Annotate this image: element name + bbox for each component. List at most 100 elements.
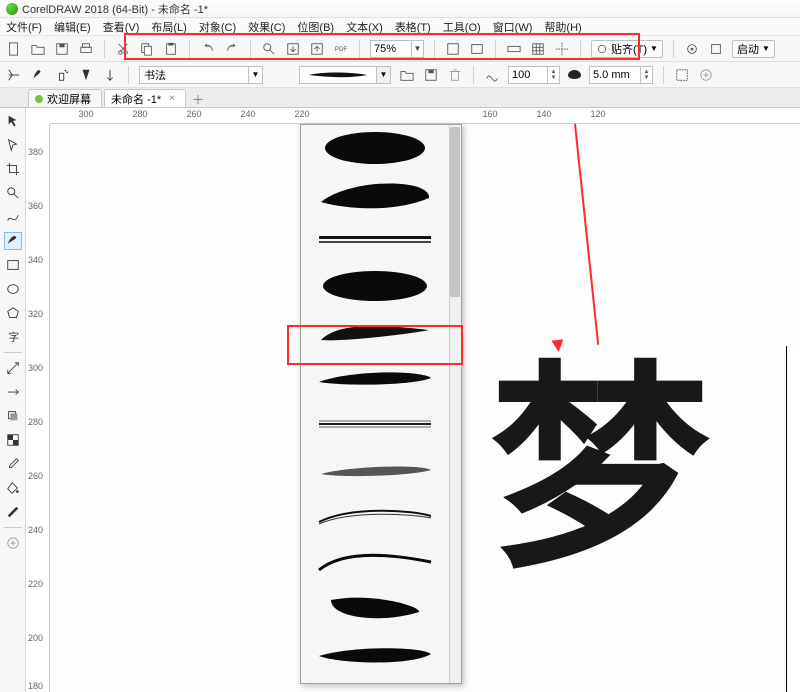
grid-icon[interactable] [530, 41, 546, 57]
delete-icon[interactable] [447, 67, 463, 83]
crop-tool-icon[interactable] [4, 160, 22, 178]
menu-table[interactable]: 表格(T) [395, 19, 431, 35]
menu-bitmap[interactable]: 位图(B) [297, 19, 334, 35]
ruler-icon[interactable] [506, 41, 522, 57]
ruler-vertical[interactable]: 380 360 340 320 300 280 260 240 220 200 … [26, 124, 50, 692]
new-tab-button[interactable]: ＋ [190, 91, 206, 107]
brush-item[interactable] [301, 217, 449, 263]
expand-toolbox-icon[interactable] [4, 534, 22, 552]
tab-welcome[interactable]: 欢迎屏幕 [28, 89, 102, 107]
browse-icon[interactable] [399, 67, 415, 83]
brush-item[interactable] [301, 631, 449, 677]
preset-category-combo[interactable]: ▼ [139, 66, 263, 84]
cut-icon[interactable] [115, 41, 131, 57]
chevron-down-icon[interactable]: ▼ [248, 67, 262, 83]
preview-icon[interactable] [469, 41, 485, 57]
open-icon[interactable] [30, 41, 46, 57]
tab-document[interactable]: 未命名 -1* × [104, 89, 186, 107]
menu-text[interactable]: 文本(X) [346, 19, 383, 35]
chevron-down-icon[interactable]: ▼ [650, 44, 658, 53]
brush-item[interactable] [301, 355, 449, 401]
save-brush-icon[interactable] [423, 67, 439, 83]
settings-icon[interactable] [708, 41, 724, 57]
artistic-media-tool-icon[interactable] [4, 232, 22, 250]
scroll-thumb[interactable] [450, 127, 460, 297]
menu-help[interactable]: 帮助(H) [544, 19, 581, 35]
brush-item[interactable] [301, 401, 449, 447]
guidelines-icon[interactable] [554, 41, 570, 57]
zoom-input[interactable] [371, 43, 411, 55]
dropshadow-tool-icon[interactable] [4, 407, 22, 425]
smoothing-input[interactable] [509, 69, 547, 81]
menu-tools[interactable]: 工具(O) [443, 19, 481, 35]
snap-button[interactable]: 贴齐(T) ▼ [591, 40, 663, 58]
pick-tool-icon[interactable] [4, 112, 22, 130]
print-icon[interactable] [78, 41, 94, 57]
brush-item[interactable] [301, 125, 449, 171]
brush-item[interactable] [301, 493, 449, 539]
outline-tool-icon[interactable] [4, 503, 22, 521]
search-icon[interactable] [261, 41, 277, 57]
bounding-box-icon[interactable] [674, 67, 690, 83]
paste-icon[interactable] [163, 41, 179, 57]
drawing-area[interactable]: 梦 [50, 124, 800, 692]
dimension-tool-icon[interactable] [4, 359, 22, 377]
preset-tool-icon[interactable] [6, 67, 22, 83]
ellipse-tool-icon[interactable] [4, 280, 22, 298]
brush-item[interactable] [301, 309, 449, 355]
canvas[interactable]: 300 280 260 240 220 160 140 120 380 360 … [26, 108, 800, 692]
spin-arrows[interactable]: ▲▼ [640, 67, 652, 83]
calligraphic-tool-icon[interactable] [78, 67, 94, 83]
undo-icon[interactable] [200, 41, 216, 57]
chevron-down-icon[interactable]: ▼ [411, 41, 423, 57]
copy-icon[interactable] [139, 41, 155, 57]
connector-tool-icon[interactable] [4, 383, 22, 401]
brush-stroke-dropdown[interactable] [300, 124, 462, 684]
shape-tool-icon[interactable] [4, 136, 22, 154]
menu-file[interactable]: 文件(F) [6, 19, 42, 35]
zoom-combo[interactable]: ▼ [370, 40, 424, 58]
brush-stroke-combo[interactable]: ▼ [299, 66, 391, 84]
brush-item[interactable] [301, 539, 449, 585]
brush-item[interactable] [301, 447, 449, 493]
transparency-tool-icon[interactable] [4, 431, 22, 449]
menu-effect[interactable]: 效果(C) [248, 19, 285, 35]
polygon-tool-icon[interactable] [4, 304, 22, 322]
save-icon[interactable] [54, 41, 70, 57]
rectangle-tool-icon[interactable] [4, 256, 22, 274]
canvas-artwork-glyph[interactable]: 梦 [490, 362, 710, 582]
add-icon[interactable] [698, 67, 714, 83]
brush-item[interactable] [301, 263, 449, 309]
fill-tool-icon[interactable] [4, 479, 22, 497]
chevron-down-icon[interactable]: ▼ [762, 44, 770, 53]
menu-object[interactable]: 对象(C) [199, 19, 236, 35]
sprayer-tool-icon[interactable] [54, 67, 70, 83]
menu-edit[interactable]: 编辑(E) [54, 19, 91, 35]
chevron-down-icon[interactable]: ▼ [376, 67, 390, 83]
pressure-tool-icon[interactable] [102, 67, 118, 83]
redo-icon[interactable] [224, 41, 240, 57]
options-icon[interactable] [684, 41, 700, 57]
text-tool-icon[interactable]: 字 [4, 328, 22, 346]
ruler-horizontal[interactable]: 300 280 260 240 220 160 140 120 [50, 108, 800, 124]
stroke-width-input[interactable] [590, 69, 640, 81]
launch-button[interactable]: 启动 ▼ [732, 40, 775, 58]
import-icon[interactable] [285, 41, 301, 57]
smoothing-spin[interactable]: ▲▼ [508, 66, 560, 84]
eyedropper-tool-icon[interactable] [4, 455, 22, 473]
menu-window[interactable]: 窗口(W) [493, 19, 533, 35]
preset-category-input[interactable] [140, 69, 248, 81]
export-icon[interactable] [309, 41, 325, 57]
pdf-icon[interactable]: PDF [333, 41, 349, 57]
menu-view[interactable]: 查看(V) [103, 19, 140, 35]
new-doc-icon[interactable] [6, 41, 22, 57]
brush-item[interactable] [301, 585, 449, 631]
spin-arrows[interactable]: ▲▼ [547, 67, 559, 83]
stroke-width-spin[interactable]: ▲▼ [589, 66, 653, 84]
brush-item[interactable] [301, 171, 449, 217]
zoom-tool-icon[interactable] [4, 184, 22, 202]
close-icon[interactable]: × [169, 93, 175, 104]
fullscreen-icon[interactable] [445, 41, 461, 57]
menu-layout[interactable]: 布局(L) [151, 19, 186, 35]
freehand-tool-icon[interactable] [4, 208, 22, 226]
